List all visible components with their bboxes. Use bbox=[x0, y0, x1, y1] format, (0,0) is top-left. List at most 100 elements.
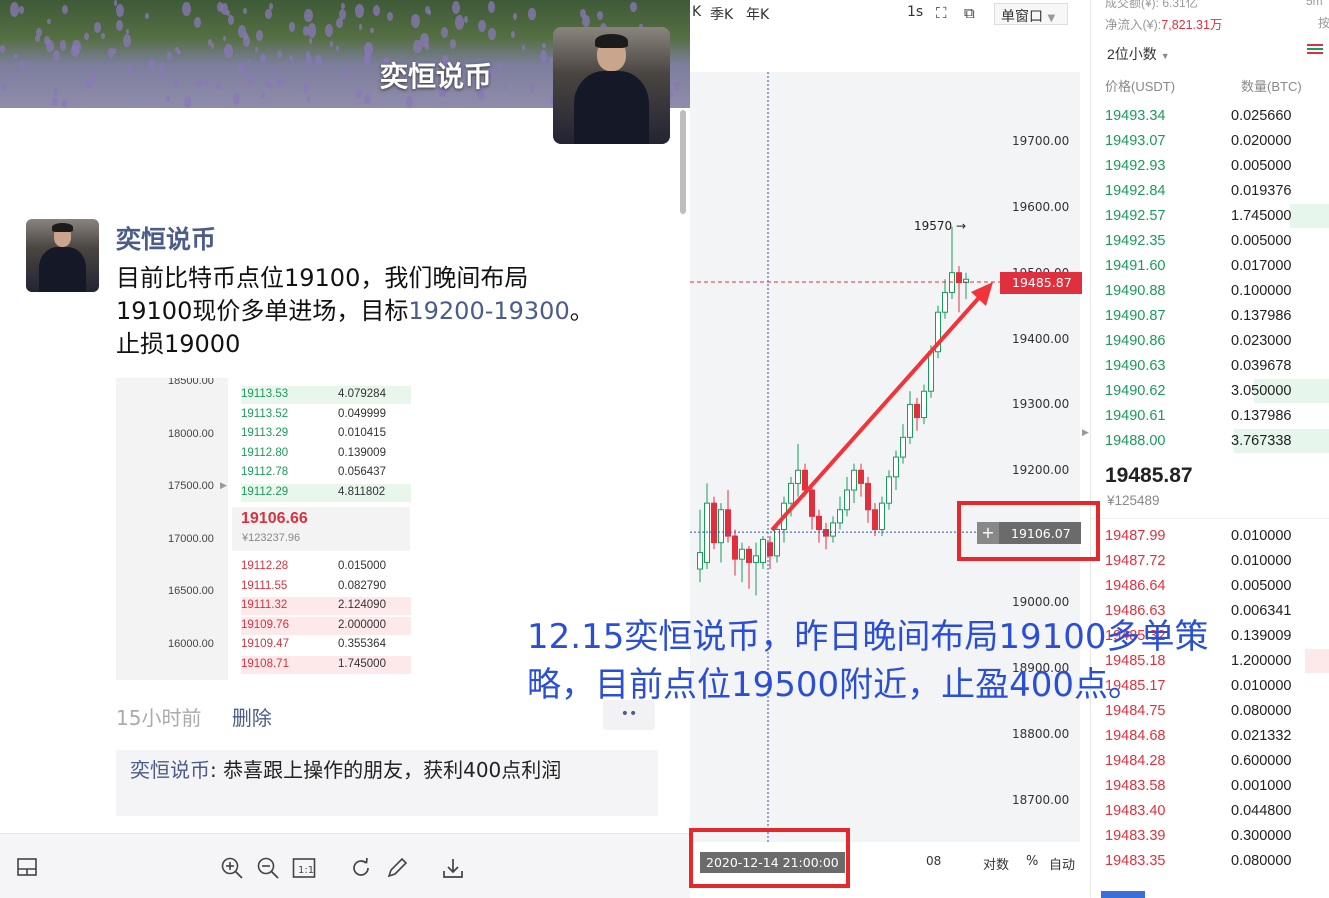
orderbook-row[interactable]: 19490.88 0.100000 bbox=[1105, 283, 1325, 308]
cover-flower bbox=[243, 8, 247, 14]
percent-toggle[interactable]: % bbox=[1026, 854, 1038, 869]
candle-body bbox=[879, 502, 885, 531]
candle-body bbox=[816, 515, 822, 531]
collapse-handle[interactable]: ▶ bbox=[1082, 428, 1090, 442]
interval-label[interactable]: 5m bbox=[1306, 0, 1323, 8]
orderbook-row[interactable]: 19487.99 0.010000 bbox=[1105, 528, 1325, 553]
y-tick-label: 19400.00 bbox=[1012, 331, 1070, 346]
orderbook-row[interactable]: 19492.93 0.005000 bbox=[1105, 158, 1325, 183]
thumb-handle-icon: ▶ bbox=[220, 480, 227, 490]
download-icon[interactable] bbox=[440, 856, 466, 882]
auto-scale-toggle[interactable]: 自动 bbox=[1049, 854, 1075, 873]
edit-icon[interactable] bbox=[384, 856, 410, 882]
zoom-out-icon[interactable] bbox=[255, 856, 281, 882]
thumb-price: 19113.52 bbox=[241, 407, 289, 420]
log-scale-toggle[interactable]: 对数 bbox=[983, 854, 1009, 873]
orderbook-row[interactable]: 19488.00 3.767338 bbox=[1105, 429, 1329, 458]
sort-label[interactable]: 按 bbox=[1318, 14, 1329, 31]
chevron-down-icon: ▼ bbox=[1160, 51, 1170, 61]
rotate-icon[interactable] bbox=[348, 856, 374, 882]
comment: 奕恒说币: 恭喜跟上操作的朋友，获利400点利润 bbox=[116, 750, 658, 816]
candle-body bbox=[718, 509, 724, 544]
orderbook-row[interactable]: 19492.35 0.005000 bbox=[1105, 233, 1325, 258]
cover-flower bbox=[405, 96, 414, 109]
orderbook-row[interactable]: 19493.07 0.020000 bbox=[1105, 133, 1325, 158]
orderbook-qty: 0.020000 bbox=[1231, 133, 1292, 149]
menu-icon[interactable] bbox=[1307, 42, 1323, 58]
annotation-line-2: 略，目前点位19500附近，止盈400点。 bbox=[527, 665, 1143, 705]
cover-flower bbox=[255, 29, 263, 41]
orderbook-row[interactable]: 19490.62 3.050000 bbox=[1105, 379, 1329, 408]
thumb-mid-price: 19106.66 bbox=[241, 510, 308, 527]
cover-flower bbox=[52, 49, 60, 61]
author-name[interactable]: 奕恒说币 bbox=[116, 220, 216, 256]
orderbook-row[interactable]: 19483.39 0.300000 bbox=[1105, 828, 1325, 853]
author-avatar[interactable] bbox=[26, 219, 99, 292]
target-range: 19200-19300 bbox=[408, 297, 570, 325]
orderbook-row[interactable]: 19490.86 0.023000 bbox=[1105, 333, 1325, 358]
cover-flower bbox=[126, 65, 133, 75]
orderbook-row[interactable]: 19490.87 0.137986 bbox=[1105, 308, 1325, 333]
orderbook-row[interactable]: 19487.72 0.010000 bbox=[1105, 553, 1325, 578]
thumb-chart bbox=[116, 378, 228, 680]
zoom-in-icon[interactable] bbox=[219, 856, 245, 882]
cover-flower bbox=[329, 41, 334, 48]
comment-author[interactable]: 奕恒说币 bbox=[130, 758, 210, 782]
candle-body bbox=[872, 509, 878, 531]
cover-flower bbox=[47, 18, 51, 25]
candle-body bbox=[928, 351, 934, 392]
cover-flower bbox=[454, 15, 464, 30]
orderbook-row[interactable]: 19484.28 0.600000 bbox=[1105, 753, 1325, 778]
orderbook-row[interactable]: 19483.35 0.080000 bbox=[1105, 853, 1325, 878]
orderbook-row[interactable]: 19491.60 0.017000 bbox=[1105, 258, 1325, 283]
delete-link[interactable]: 删除 bbox=[232, 706, 272, 730]
orderbook-row[interactable]: 19483.58 0.001000 bbox=[1105, 778, 1325, 803]
post-screenshot[interactable]: ▶ 18500.00 18000.00 17500.00 17000.00 16500.… bbox=[116, 378, 411, 680]
cover-flower bbox=[2, 84, 7, 91]
mid-price: 19485.87 bbox=[1105, 464, 1193, 487]
thumb-mid-box: 19106.66 ¥123237.96 bbox=[232, 507, 410, 551]
orderbook-price: 19484.68 bbox=[1105, 728, 1166, 744]
orderbook-price: 19490.87 bbox=[1105, 308, 1166, 324]
cover-flower bbox=[277, 50, 282, 59]
cover-flower bbox=[354, 3, 364, 18]
orderbook-row[interactable]: 19492.57 1.745000 bbox=[1105, 204, 1329, 233]
cover-flower bbox=[18, 6, 24, 15]
orderbook-qty: 0.139009 bbox=[1231, 628, 1292, 644]
candle-body bbox=[788, 482, 794, 504]
cover-flower bbox=[528, 8, 536, 20]
thumb-qty: 0.082790 bbox=[338, 579, 386, 592]
orderbook-row[interactable]: 19483.40 0.044800 bbox=[1105, 803, 1325, 828]
cover-flower bbox=[101, 32, 106, 40]
y-tick-label: 19300.00 bbox=[1012, 397, 1070, 412]
orderbook-row[interactable]: 19493.34 0.025660 bbox=[1105, 108, 1325, 133]
cover-flower bbox=[167, 52, 173, 60]
cover-flower bbox=[498, 63, 503, 71]
orderbook-price: 19490.62 bbox=[1105, 383, 1166, 399]
scrollbar[interactable] bbox=[680, 110, 686, 214]
orderbook-price: 19492.57 bbox=[1105, 208, 1166, 224]
precision-select[interactable]: 2位小数 ▼ bbox=[1107, 44, 1170, 64]
cover-flower bbox=[254, 46, 258, 52]
actual-size-icon[interactable]: 1:1 bbox=[291, 856, 317, 882]
orderbook-price: 19483.39 bbox=[1105, 828, 1166, 844]
orderbook-qty: 0.044800 bbox=[1231, 803, 1292, 819]
cover-flower bbox=[116, 20, 124, 32]
cover-flower bbox=[630, 1, 637, 13]
cover-flower bbox=[303, 26, 309, 36]
orderbook-row[interactable]: 19486.64 0.005000 bbox=[1105, 578, 1325, 603]
orderbook-qty: 0.080000 bbox=[1231, 703, 1292, 719]
candle-body bbox=[837, 509, 843, 524]
cover-avatar[interactable] bbox=[553, 27, 670, 144]
thumb-price: 19112.29 bbox=[241, 485, 289, 498]
orderbook-row[interactable]: 19484.68 0.021332 bbox=[1105, 728, 1325, 753]
cover-flower bbox=[0, 45, 5, 53]
layout-icon[interactable] bbox=[14, 856, 40, 882]
svg-text:1:1: 1:1 bbox=[298, 865, 314, 876]
y-tick-label: 19000.00 bbox=[1012, 594, 1070, 609]
orderbook-price: 19483.58 bbox=[1105, 778, 1166, 794]
cover-flower bbox=[193, 17, 201, 29]
bottom-tab[interactable] bbox=[1101, 891, 1145, 898]
cover-flower bbox=[59, 40, 67, 52]
orderbook-price: 19490.61 bbox=[1105, 408, 1166, 424]
